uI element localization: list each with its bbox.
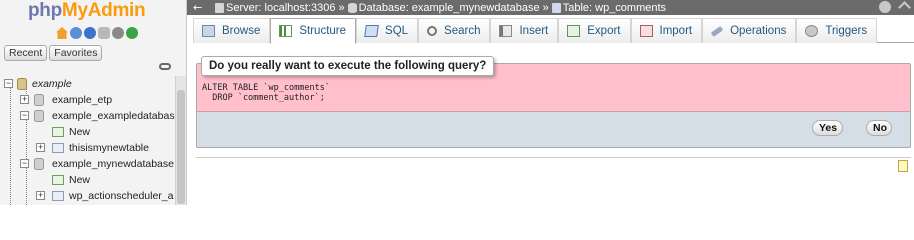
logo-php-text: php [28,0,62,21]
table-icon [52,191,64,201]
tab-label: Import [659,25,693,37]
tab-export[interactable]: Export [558,18,631,43]
expand-icon[interactable]: + [36,143,45,152]
tab-label: SQL [385,25,409,37]
nav-icon-bar [56,27,138,39]
wrench-icon [710,25,724,37]
favorites-button[interactable]: Favorites [49,45,103,61]
tree-item-label: New [69,174,91,186]
database-icon [34,110,44,122]
tree-item-label: example [32,78,72,90]
settings-icon[interactable] [112,27,124,39]
tree-item-label: New [69,126,91,138]
content-divider [196,157,911,158]
database-icon [34,158,44,170]
tab-label: Search [444,25,481,37]
logo-myadmin-text: MyAdmin [61,0,146,21]
tab-operations[interactable]: Operations [702,18,797,43]
sql-query-line: ALTER TABLE `wp_comments` [202,83,330,93]
database-group-icon [17,78,27,90]
breadcrumb-bar: ← Server: localhost:3306 » Database: exa… [187,0,914,15]
sql-icon [364,25,379,37]
reload-icon[interactable] [126,27,138,39]
tab-label: Operations [730,25,787,37]
yes-button[interactable]: Yes [812,120,843,136]
table-icon [551,2,561,13]
page-settings-icon[interactable] [898,160,908,172]
tab-triggers[interactable]: Triggers [796,18,878,43]
tab-sql[interactable]: SQL [356,18,419,43]
tree-item-label: thisismynewtable [69,142,149,154]
tree-item-label: example_etp [52,94,113,106]
docs-icon[interactable] [98,27,110,39]
collapse-icon[interactable]: − [20,111,29,120]
breadcrumb-separator: » [338,1,345,14]
new-table-icon [52,127,64,137]
scrollbar-thumb[interactable] [177,90,185,204]
tab-insert[interactable]: Insert [490,18,559,43]
back-arrow-icon[interactable]: ← [193,0,202,15]
browse-icon [202,25,215,37]
tab-browse[interactable]: Browse [193,18,271,43]
navigation-panel: phpMyAdmin Recent Favorites − example + … [0,0,187,205]
tab-label: Triggers [825,25,868,37]
home-icon[interactable] [56,27,68,39]
tree-item-label: wp_actionscheduler_a [69,190,174,202]
link-icon[interactable] [159,63,171,70]
triggers-icon [805,25,819,37]
tab-label: Structure [299,25,347,37]
export-icon [567,25,581,37]
tab-label: Export [587,25,621,37]
phpmyadmin-logo[interactable]: phpMyAdmin [28,0,146,22]
breadcrumb-separator: » [542,1,549,14]
tree-connector [10,88,11,205]
database-icon [34,94,44,106]
tab-search[interactable]: Search [418,18,491,43]
help-icon[interactable] [84,27,96,39]
no-button[interactable]: No [866,120,892,136]
recent-button[interactable]: Recent [4,45,48,61]
sql-query-line: DROP `comment_author`; [202,93,325,103]
tab-structure[interactable]: Structure [270,18,357,44]
tree-item-label: example_exampledatabas [52,110,175,122]
breadcrumb: Server: localhost:3306 » Database: examp… [215,0,666,15]
breadcrumb-database[interactable]: Database: example_mynewdatabase [359,2,540,14]
nav-scrollbar[interactable] [175,76,186,205]
settings-icon[interactable] [879,1,891,13]
structure-icon [279,25,293,37]
table-tabs: Browse Structure SQL Search Insert Expor… [193,18,914,44]
breadcrumb-table[interactable]: Table: wp_comments [563,2,666,14]
collapse-icon[interactable]: − [4,79,13,88]
nav-tabs: Recent Favorites [4,45,103,61]
phpmyadmin-window: phpMyAdmin Recent Favorites − example + … [0,0,914,205]
new-table-icon [52,175,64,185]
breadcrumb-server[interactable]: Server: localhost:3306 [226,2,335,14]
expand-icon[interactable]: + [20,95,29,104]
expand-icon[interactable]: + [36,191,45,200]
tab-label: Insert [519,25,549,37]
tab-import[interactable]: Import [630,18,703,43]
table-icon [52,143,64,153]
import-icon [639,25,653,37]
collapse-arrow-icon[interactable] [898,1,911,14]
insert-icon [499,25,513,37]
database-icon [347,2,357,13]
collapse-icon[interactable]: − [20,159,29,168]
confirm-legend: Do you really want to execute the follow… [201,56,495,76]
tree-item-label: example_mynewdatabase [52,158,174,170]
server-icon [215,2,224,13]
sql-query-text: ALTER TABLE `wp_comments` DROP `comment_… [202,83,330,103]
exit-icon[interactable] [70,27,82,39]
tab-label: Browse [222,25,261,37]
search-icon [427,26,438,36]
